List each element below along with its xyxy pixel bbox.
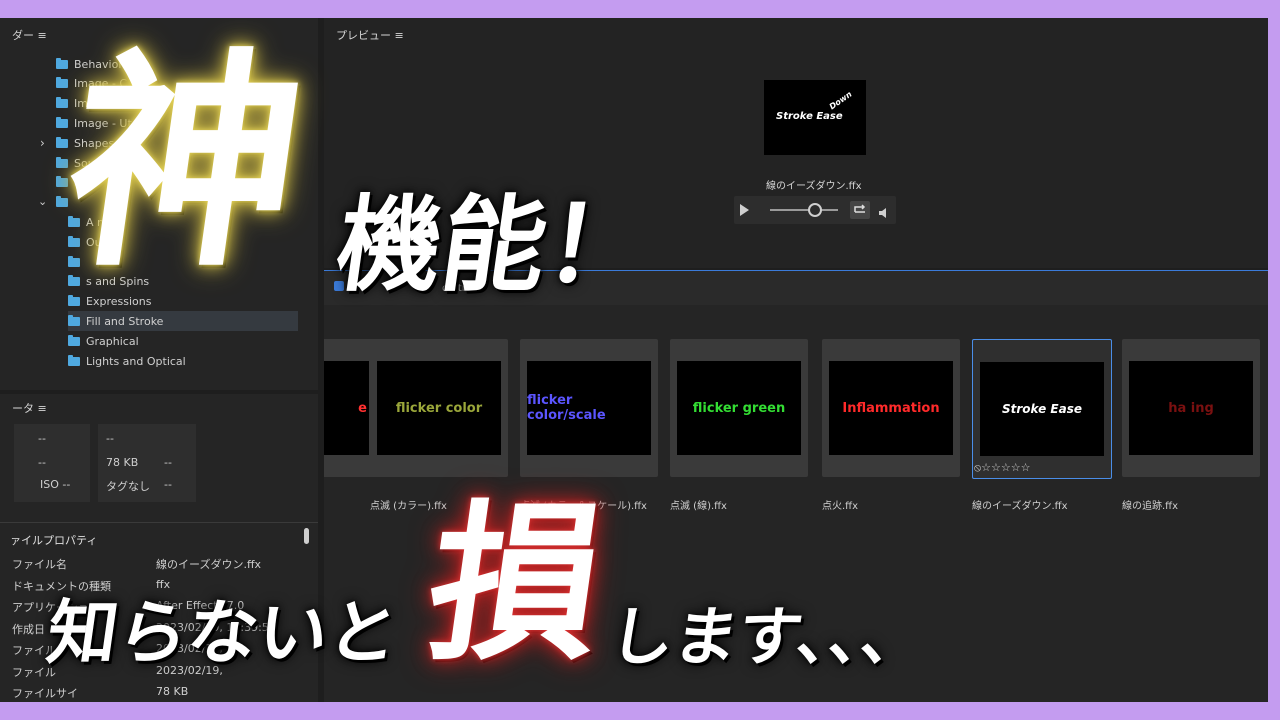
play-icon[interactable] bbox=[740, 204, 749, 216]
rating-stars[interactable]: ⦸☆☆☆☆☆ bbox=[974, 461, 1030, 475]
meta-cell: -- bbox=[164, 456, 172, 469]
scrollbar-thumb[interactable] bbox=[304, 528, 309, 544]
folders-panel-title: ダー ≡ bbox=[12, 29, 47, 42]
meta-cell: -- bbox=[38, 456, 46, 469]
effect-thumbnail[interactable]: flicker green bbox=[670, 339, 808, 477]
thumbnail-text: flicker color/scale bbox=[527, 393, 606, 423]
preview-file-name: 線のイーズダウン.ffx bbox=[766, 181, 862, 192]
property-value: 線のイーズダウン.ffx bbox=[156, 558, 262, 571]
headline-shiranai: 知らないと bbox=[42, 592, 404, 674]
thumbnail-text: flicker color bbox=[395, 400, 483, 416]
scrubber-handle[interactable] bbox=[808, 203, 822, 217]
preview-panel-title: プレビュー ≡ bbox=[336, 29, 404, 42]
headline-son: 損 bbox=[416, 486, 614, 684]
property-value: 78 KB bbox=[156, 685, 189, 698]
headline-shimasu: します、、、 bbox=[604, 601, 931, 675]
property-label: ファイル名 bbox=[12, 558, 67, 571]
thumbnail-image: flicker color/scale bbox=[527, 361, 651, 455]
thumbnail-image: e bbox=[324, 361, 369, 455]
headline-kami: 神 bbox=[51, 31, 319, 298]
property-value: ffx bbox=[156, 577, 171, 591]
thumbnail-text: ha ing bbox=[1168, 400, 1214, 416]
loop-button[interactable] bbox=[850, 201, 870, 219]
effect-thumbnail[interactable]: Inflammation bbox=[822, 339, 960, 477]
preview-text-main: Stroke Ease bbox=[776, 111, 843, 122]
meta-cell: ISO -- bbox=[40, 478, 71, 491]
meta-cell: タグなし bbox=[106, 480, 150, 493]
folder-row[interactable]: Graphical bbox=[68, 331, 298, 351]
folder-label: Graphical bbox=[86, 334, 139, 348]
metadata-panel-title: ータ ≡ bbox=[12, 402, 47, 415]
folder-icon bbox=[68, 295, 80, 307]
folder-icon bbox=[56, 156, 68, 168]
effect-thumbnail[interactable]: Stroke Ease bbox=[972, 339, 1112, 479]
thumbnail-image: ha ing bbox=[1129, 361, 1253, 455]
thumbnail-image: Inflammation bbox=[829, 361, 953, 455]
thumbnail-caption: 点滅 (線).ffx bbox=[670, 501, 727, 512]
folder-icon bbox=[68, 354, 80, 366]
folder-icon bbox=[56, 97, 68, 109]
thumbnail-caption: 点滅 (カラー).ffx bbox=[370, 501, 447, 512]
effect-thumbnail[interactable]: flicker color bbox=[370, 339, 508, 477]
folder-label: Fill and Stroke bbox=[86, 314, 164, 328]
thumbnail-text: e bbox=[358, 400, 367, 416]
thumbnail-caption: 線のイーズダウン.ffx bbox=[972, 501, 1068, 512]
thumbnail-text: flicker green bbox=[692, 400, 786, 416]
folder-label: Lights and Optical bbox=[86, 354, 186, 368]
effect-thumbnail[interactable]: flicker color/scale bbox=[520, 339, 658, 477]
folder-icon bbox=[56, 136, 68, 148]
thumbnail-caption: 点火.ffx bbox=[822, 501, 858, 512]
thumbnail-caption: 線の追跡.ffx bbox=[1122, 501, 1178, 512]
meta-cell: -- bbox=[38, 432, 46, 445]
thumbnail-image: Stroke Ease bbox=[980, 362, 1104, 456]
meta-cell: -- bbox=[106, 432, 114, 445]
chevron-down-icon[interactable]: ⌄ bbox=[38, 195, 47, 208]
volume-icon[interactable] bbox=[878, 204, 890, 223]
headline-kinou: 機能！ bbox=[329, 184, 659, 306]
preview-controls bbox=[734, 196, 896, 224]
meta-cell: 78 KB bbox=[106, 456, 139, 469]
file-properties-title: ァイルプロパティ bbox=[10, 534, 98, 547]
meta-cell: -- bbox=[164, 478, 172, 491]
effect-thumbnail[interactable]: e bbox=[324, 339, 376, 477]
thumbnail-text: Inflammation bbox=[842, 400, 940, 416]
folder-icon bbox=[56, 57, 68, 69]
chevron-right-icon[interactable]: › bbox=[40, 136, 45, 150]
folder-row[interactable]: Fill and Stroke bbox=[68, 311, 298, 332]
scrubber-track[interactable] bbox=[770, 209, 838, 211]
folder-icon bbox=[56, 116, 68, 128]
folder-icon bbox=[68, 314, 80, 326]
preview-text-down: Down bbox=[827, 89, 854, 112]
thumbnail-image: flicker color bbox=[377, 361, 501, 455]
thumbnail-text: Stroke Ease bbox=[1002, 402, 1082, 416]
folder-icon bbox=[68, 334, 80, 346]
divider bbox=[0, 522, 318, 523]
preview-image: Stroke Ease Down bbox=[764, 80, 866, 155]
folder-row[interactable]: Lights and Optical bbox=[68, 351, 298, 371]
thumbnail-image: flicker green bbox=[677, 361, 801, 455]
effect-thumbnail[interactable]: ha ing bbox=[1122, 339, 1260, 477]
property-label: ファイルサイ bbox=[12, 687, 78, 700]
folder-icon bbox=[56, 77, 68, 89]
property-label: 作成日 bbox=[12, 622, 45, 636]
